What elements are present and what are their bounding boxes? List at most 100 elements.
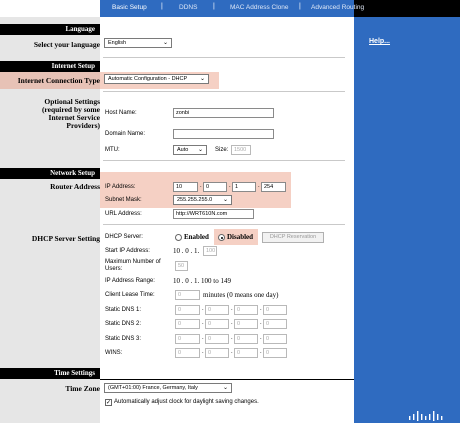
chevron-down-icon: ⌄ bbox=[199, 76, 205, 82]
time-zone-select[interactable]: (GMT+01:00) France, Germany, Italy ⌄ bbox=[104, 383, 232, 393]
mtu-select-value: Auto bbox=[177, 147, 189, 153]
divider bbox=[103, 91, 345, 92]
chevron-down-icon: ⌄ bbox=[197, 147, 203, 153]
divider bbox=[103, 57, 345, 58]
dhcp-disabled-radio[interactable] bbox=[218, 234, 225, 241]
dot: . bbox=[260, 320, 262, 326]
dns3-octet-3[interactable]: 0 bbox=[234, 334, 258, 344]
mtu-size-label: Size: bbox=[215, 147, 229, 153]
divider bbox=[103, 224, 345, 225]
tab-bar: Basic Setup | DDNS | MAC Address Clone |… bbox=[100, 0, 364, 17]
dot: . bbox=[260, 335, 262, 341]
chevron-down-icon: ⌄ bbox=[222, 385, 228, 391]
ip-octet-4[interactable]: 254 bbox=[261, 182, 286, 192]
dhcp-enabled-radio[interactable] bbox=[175, 234, 182, 241]
divider bbox=[103, 160, 345, 161]
dot: . bbox=[231, 306, 233, 312]
dot: . bbox=[202, 306, 204, 312]
max-users-input[interactable]: 50 bbox=[175, 261, 188, 271]
section-language: Language bbox=[0, 24, 100, 35]
ip-octet-1[interactable]: 10 bbox=[173, 182, 198, 192]
top-bar-left-blank bbox=[0, 0, 100, 17]
wins-octet-3[interactable]: 0 bbox=[234, 348, 258, 358]
subnet-mask-select[interactable]: 255.255.255.0 ⌄ bbox=[173, 195, 232, 205]
internet-connection-type-label: Internet Connection Type bbox=[17, 76, 100, 85]
dot: . bbox=[260, 306, 262, 312]
dns1-octet-2[interactable]: 0 bbox=[205, 305, 229, 315]
dns3-octet-4[interactable]: 0 bbox=[263, 334, 287, 344]
start-ip-prefix: 10 . 0 . 1. bbox=[173, 247, 200, 255]
domain-name-input[interactable] bbox=[173, 129, 274, 139]
wins-octet-2[interactable]: 0 bbox=[205, 348, 229, 358]
wins-octet-1[interactable]: 0 bbox=[175, 348, 200, 358]
cisco-logo-icon bbox=[409, 411, 443, 421]
subnet-mask-label: Subnet Mask: bbox=[105, 197, 142, 203]
dns1-octet-3[interactable]: 0 bbox=[234, 305, 258, 315]
tab-separator: | bbox=[213, 3, 215, 10]
dhcp-disabled-label: Disabled bbox=[227, 233, 254, 241]
dns2-octet-3[interactable]: 0 bbox=[234, 319, 258, 329]
host-name-input[interactable]: zonbi bbox=[173, 108, 274, 118]
dhcp-reservation-button[interactable]: DHCP Reservation bbox=[262, 232, 324, 243]
lease-time-unit: minutes (0 means one day) bbox=[203, 291, 279, 299]
section-rule bbox=[100, 379, 354, 380]
ip-range-value: 10 . 0 . 1. 100 to 149 bbox=[173, 277, 231, 285]
dns2-octet-1[interactable]: 0 bbox=[175, 319, 200, 329]
dot: . bbox=[200, 183, 202, 189]
connection-type-select[interactable]: Automatic Configuration - DHCP ⌄ bbox=[104, 74, 209, 84]
lease-time-input[interactable]: 0 bbox=[175, 290, 200, 300]
host-name-label: Host Name: bbox=[105, 110, 137, 116]
tab-basic-setup[interactable]: Basic Setup bbox=[112, 4, 147, 11]
connection-type-value: Automatic Configuration - DHCP bbox=[108, 76, 188, 82]
dot: . bbox=[202, 320, 204, 326]
tab-mac-address-clone[interactable]: MAC Address Clone bbox=[230, 4, 289, 11]
subnet-mask-value: 255.255.255.0 bbox=[177, 197, 213, 203]
static-dns1-label: Static DNS 1: bbox=[105, 307, 142, 313]
dns2-octet-4[interactable]: 0 bbox=[263, 319, 287, 329]
dot: . bbox=[231, 335, 233, 341]
dns3-octet-1[interactable]: 0 bbox=[175, 334, 200, 344]
select-language-label: Select your language bbox=[33, 40, 100, 49]
daylight-saving-checkbox[interactable]: ✓ bbox=[105, 399, 112, 406]
lease-time-label: Client Lease Time: bbox=[105, 292, 155, 298]
tab-advanced-routing[interactable]: Advanced Routing bbox=[311, 4, 364, 11]
url-address-label: URL Address: bbox=[105, 211, 142, 217]
ip-octet-3[interactable]: 1 bbox=[232, 182, 256, 192]
optional-settings-label-4: Providers) bbox=[66, 121, 100, 130]
start-ip-input[interactable]: 100 bbox=[203, 246, 217, 256]
url-address-input[interactable]: http://WRT610N.com bbox=[173, 209, 254, 219]
time-zone-label: Time Zone bbox=[65, 384, 100, 393]
ip-octet-2[interactable]: 0 bbox=[203, 182, 227, 192]
static-dns2-label: Static DNS 2: bbox=[105, 321, 142, 327]
dot: . bbox=[260, 349, 262, 355]
help-column bbox=[354, 17, 460, 423]
time-zone-value: (GMT+01:00) France, Germany, Italy bbox=[108, 385, 198, 391]
dot: . bbox=[231, 320, 233, 326]
start-ip-label: Start IP Address: bbox=[105, 248, 150, 254]
help-link[interactable]: Help... bbox=[369, 38, 390, 45]
wins-octet-4[interactable]: 0 bbox=[263, 348, 287, 358]
section-time-settings: Time Settings bbox=[0, 368, 100, 379]
dhcp-enabled-label: Enabled bbox=[184, 233, 209, 241]
tab-separator: | bbox=[161, 3, 163, 10]
dns1-octet-4[interactable]: 0 bbox=[263, 305, 287, 315]
mtu-label: MTU: bbox=[105, 147, 120, 153]
section-network-setup: Network Setup bbox=[0, 168, 100, 179]
dns1-octet-1[interactable]: 0 bbox=[175, 305, 200, 315]
dns2-octet-2[interactable]: 0 bbox=[205, 319, 229, 329]
dot: . bbox=[202, 335, 204, 341]
mtu-size-input[interactable]: 1500 bbox=[231, 145, 251, 155]
chevron-down-icon: ⌄ bbox=[162, 40, 168, 46]
language-select-value: English bbox=[108, 40, 127, 46]
domain-name-label: Domain Name: bbox=[105, 131, 146, 137]
daylight-saving-label: Automatically adjust clock for daylight … bbox=[114, 399, 259, 405]
ip-range-label: IP Address Range: bbox=[105, 278, 155, 284]
dot: . bbox=[229, 183, 231, 189]
router-address-label: Router Address bbox=[50, 182, 100, 191]
mtu-select[interactable]: Auto ⌄ bbox=[173, 145, 207, 155]
language-select[interactable]: English ⌄ bbox=[104, 38, 172, 48]
tab-separator: | bbox=[299, 3, 301, 10]
dns3-octet-2[interactable]: 0 bbox=[205, 334, 229, 344]
tab-ddns[interactable]: DDNS bbox=[179, 4, 197, 11]
dhcp-server-setting-label: DHCP Server Setting bbox=[31, 234, 100, 243]
